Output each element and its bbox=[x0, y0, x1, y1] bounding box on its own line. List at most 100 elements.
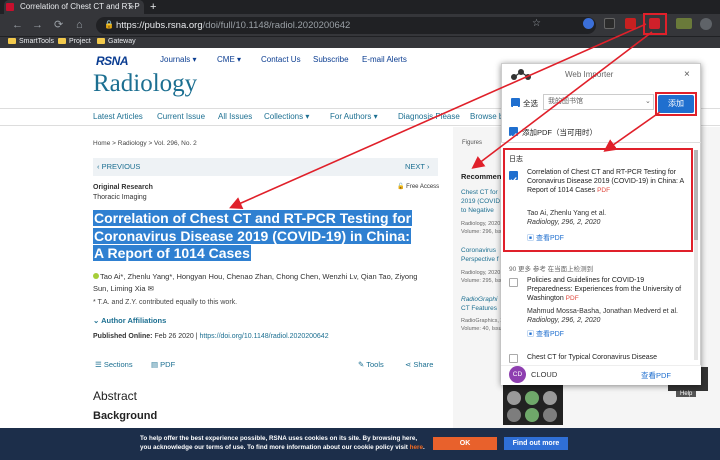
entry-2-pdf-tag: PDF bbox=[565, 295, 579, 302]
subnav-collections[interactable]: Collections ▾ bbox=[264, 108, 309, 126]
library-select[interactable]: 我的图书馆 bbox=[543, 94, 654, 110]
help-button[interactable]: Help bbox=[676, 391, 697, 397]
entry-2-authors: Mahmud Mossa-Basha, Jonathan Medverd et … bbox=[527, 308, 678, 315]
pdf-button[interactable]: ▤ PDF bbox=[151, 360, 175, 369]
pdf-label: PDF bbox=[160, 360, 176, 369]
extension-red-icon[interactable] bbox=[625, 18, 636, 29]
footer-view-pdf-link[interactable]: 查看PDF bbox=[641, 370, 671, 381]
ct-scan-thumbnail[interactable] bbox=[503, 385, 563, 425]
rec-item-1-line2[interactable]: 2019 (COVID bbox=[461, 197, 501, 206]
bookmark-project[interactable]: Project bbox=[58, 36, 91, 48]
rec-item-2-title[interactable]: Coronavirus bbox=[461, 246, 501, 255]
new-tab-button[interactable]: + bbox=[150, 0, 156, 14]
abstract-heading: Abstract bbox=[93, 389, 138, 403]
reload-icon[interactable]: ⟳ bbox=[54, 14, 63, 36]
share-button[interactable]: ⋖ Share bbox=[405, 360, 433, 369]
scrollbar-thumb[interactable] bbox=[694, 150, 698, 240]
extension-dark-icon[interactable] bbox=[604, 18, 615, 29]
rec-item-2-journal: Radiology, 2020 bbox=[461, 270, 501, 276]
url-path: /doi/full/10.1148/radiol.2020200642 bbox=[202, 20, 351, 31]
rsna-logo[interactable]: RSNA bbox=[96, 54, 129, 68]
rec-item-1-line3[interactable]: to Negative bbox=[461, 206, 501, 215]
back-icon[interactable]: ← bbox=[12, 14, 23, 36]
equal-contribution-note: * T.A. and Z.Y. contributed equally to t… bbox=[93, 299, 238, 306]
nav-contact-us[interactable]: Contact Us bbox=[261, 55, 301, 64]
article-title-text: Correlation of Chest CT and RT-PCR Testi… bbox=[93, 210, 413, 261]
published-label: Published Online: bbox=[93, 333, 153, 340]
add-button-highlight-box bbox=[655, 92, 697, 116]
cloud-avatar[interactable]: CD bbox=[509, 366, 526, 383]
bookmark-smarttools[interactable]: SmartTools bbox=[8, 36, 54, 48]
figures-tab[interactable]: Figures bbox=[462, 140, 482, 146]
doi-link[interactable]: https://doi.org/10.1148/radiol.202020064… bbox=[200, 333, 329, 340]
bookmark-label: SmartTools bbox=[19, 38, 55, 45]
chevron-down-icon[interactable]: ⌄ bbox=[645, 94, 651, 110]
prev-next-bar bbox=[93, 158, 438, 176]
entry-3-checkbox[interactable] bbox=[509, 354, 518, 363]
rec-item-1-title[interactable]: Chest CT for bbox=[461, 188, 501, 197]
rec-item-2-line2[interactable]: Perspective f bbox=[461, 255, 501, 264]
subnav-all-issues[interactable]: All Issues bbox=[218, 108, 252, 126]
rec-item-1-journal: Radiology, 2020 bbox=[461, 221, 501, 227]
cookie-policy-link[interactable]: here bbox=[410, 444, 423, 451]
share-label: Share bbox=[413, 360, 434, 369]
close-icon[interactable]: × bbox=[684, 69, 690, 80]
tools-label: Tools bbox=[366, 360, 384, 369]
star-icon[interactable]: ☆ bbox=[532, 18, 541, 29]
extension-bar-icon[interactable] bbox=[676, 18, 692, 29]
add-pdf-checkbox[interactable] bbox=[509, 127, 518, 139]
previous-link[interactable]: ‹ PREVIOUS bbox=[97, 158, 140, 176]
subnav-current-issue[interactable]: Current Issue bbox=[157, 108, 205, 126]
bookmark-gateway[interactable]: Gateway bbox=[97, 36, 136, 48]
next-link[interactable]: NEXT › bbox=[405, 158, 429, 176]
subnav-latest-articles[interactable]: Latest Articles bbox=[93, 108, 143, 126]
ct-slice bbox=[543, 391, 557, 405]
authors-line-2: Sun, Liming Xia bbox=[93, 284, 146, 293]
article-title: Correlation of Chest CT and RT-PCR Testi… bbox=[93, 210, 423, 263]
tools-button[interactable]: ✎ Tools bbox=[358, 360, 384, 369]
url-text[interactable]: https://pubs.rsna.org/doi/full/10.1148/r… bbox=[116, 17, 350, 34]
folder-icon bbox=[58, 38, 66, 44]
entry-3-title[interactable]: Chest CT for Typical Coronavirus Disease bbox=[527, 353, 687, 362]
home-icon[interactable]: ⌂ bbox=[76, 14, 83, 36]
rec-item-3-line2[interactable]: CT Features bbox=[461, 304, 501, 313]
author-list[interactable]: Tao Ai*, Zhenlu Yang*, Hongyan Hou, Chen… bbox=[93, 271, 443, 295]
cookie-ok-button[interactable]: OK bbox=[433, 437, 497, 450]
author-affiliations-toggle[interactable]: ⌄ Author Affiliations bbox=[93, 316, 166, 325]
entry-2-checkbox[interactable] bbox=[509, 278, 518, 287]
entry-2-title-text: Policies and Guidelines for COVID-19 Pre… bbox=[527, 277, 682, 302]
entry-2-journal: Radiology, 296, 2, 2020 bbox=[527, 317, 601, 324]
extension-shield-icon[interactable] bbox=[583, 18, 594, 29]
orcid-icon bbox=[93, 273, 99, 279]
sections-label: Sections bbox=[103, 360, 133, 369]
sections-button[interactable]: ☰ Sections bbox=[95, 360, 133, 369]
entry-2-view-pdf[interactable]: ▣ 查看PDF bbox=[527, 329, 564, 339]
lock-icon: 🔒 bbox=[104, 20, 114, 29]
nav-email-alerts[interactable]: E-mail Alerts bbox=[362, 55, 407, 64]
nav-cme[interactable]: CME ▾ bbox=[217, 55, 241, 64]
profile-avatar[interactable] bbox=[700, 18, 712, 30]
next-label: NEXT bbox=[405, 162, 425, 171]
tab-close-icon[interactable]: × bbox=[128, 0, 133, 14]
rec-item-3-journal: RadioGraphics, 2 bbox=[461, 318, 501, 324]
subnav-for-authors[interactable]: For Authors ▾ bbox=[330, 108, 378, 126]
subnav-browse[interactable]: Browse b bbox=[470, 108, 503, 126]
select-all-checkbox[interactable] bbox=[511, 98, 520, 108]
pdf-file-icon: ▣ bbox=[527, 331, 534, 338]
nav-subscribe[interactable]: Subscribe bbox=[313, 55, 349, 64]
browser-tab[interactable]: Correlation of Chest CT and RT-P bbox=[4, 0, 144, 14]
bookmark-label: Gateway bbox=[108, 38, 136, 45]
email-icon[interactable]: ✉ bbox=[148, 284, 154, 293]
entry-2-title[interactable]: Policies and Guidelines for COVID-19 Pre… bbox=[527, 276, 687, 303]
forward-icon[interactable]: → bbox=[32, 14, 43, 36]
background-heading: Background bbox=[93, 410, 158, 422]
rec-item-3-title[interactable]: RadioGraphi bbox=[461, 295, 501, 304]
breadcrumb[interactable]: Home > Radiology > Vol. 296, No. 2 bbox=[93, 140, 197, 147]
ct-slice bbox=[507, 391, 521, 405]
nav-journals[interactable]: Journals ▾ bbox=[160, 55, 197, 64]
nav-label: Journals bbox=[160, 55, 191, 64]
subnav-diagnosis-please[interactable]: Diagnosis Please bbox=[398, 108, 460, 126]
cookie-find-out-more-button[interactable]: Find out more bbox=[504, 437, 568, 450]
radiology-logo[interactable]: Radiology bbox=[93, 70, 197, 98]
references-detected-label: 90 更多 参考 在当面上检测到 bbox=[509, 266, 594, 273]
